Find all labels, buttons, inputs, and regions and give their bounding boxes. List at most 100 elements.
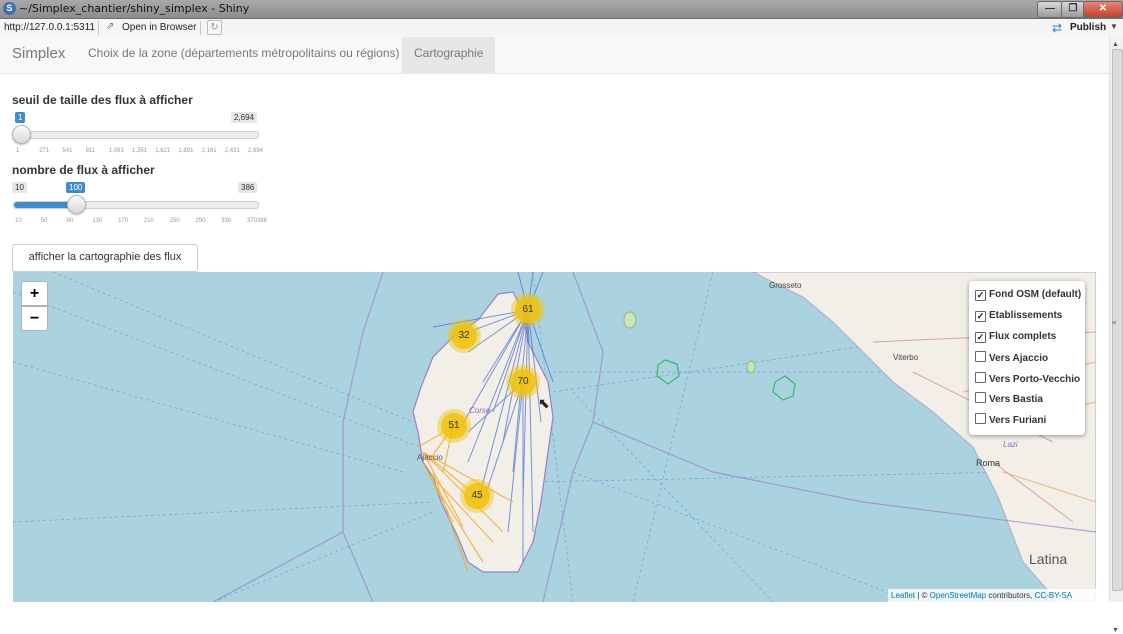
checkbox-empty-icon[interactable]: [975, 351, 986, 362]
tab-choix-zone[interactable]: Choix de la zone (départements métropoli…: [76, 37, 412, 73]
close-button[interactable]: ✕: [1083, 1, 1123, 18]
slider-nombre-label: nombre de flux à afficher: [12, 163, 155, 177]
slider-seuil-value: 1: [15, 112, 26, 123]
place-label: Viterbo: [893, 353, 919, 362]
slider-nombre-value: 100: [66, 182, 86, 193]
slider-seuil-handle[interactable]: [12, 125, 31, 144]
slider-tick-label: 330: [221, 218, 232, 224]
place-label: Grosseto: [769, 281, 802, 290]
open-in-browser-button[interactable]: Open in Browser: [122, 22, 196, 33]
checkbox-checked-icon[interactable]: ✓: [975, 290, 986, 301]
minimize-button[interactable]: —: [1037, 1, 1063, 18]
slider-seuil-label: seuil de taille des flux à afficher: [12, 93, 193, 107]
viewer-toolbar: http://127.0.0.1:5311 ⇗ Open in Browser …: [0, 19, 1123, 38]
checkbox-empty-icon[interactable]: [975, 372, 986, 383]
zoom-out-button[interactable]: −: [21, 306, 48, 331]
layer-label: Fond OSM (default): [989, 289, 1082, 300]
scrollbar-grip-icon: ≡: [1112, 320, 1117, 327]
slider-tick-label: 290: [195, 218, 206, 224]
publish-button[interactable]: Publish: [1070, 22, 1106, 33]
place-label: Roma: [976, 458, 1000, 468]
osm-link[interactable]: OpenStreetMap: [930, 591, 986, 600]
leaflet-map[interactable]: Grosseto Viterbo Roma Lazi Latina Corse …: [13, 272, 1096, 602]
slider-tick-label: 130: [92, 218, 103, 224]
maximize-button[interactable]: ❐: [1061, 1, 1085, 18]
island: [746, 360, 756, 374]
publish-dropdown-icon[interactable]: ▼: [1110, 22, 1118, 31]
zoom-in-button[interactable]: +: [21, 281, 48, 306]
layer-label: Etablissements: [989, 310, 1063, 321]
layer-label: Flux complets: [989, 331, 1057, 342]
cluster-count: 61: [515, 297, 541, 323]
cluster-marker[interactable]: 51: [437, 409, 471, 443]
layer-label: Vers Ajaccio: [989, 353, 1049, 364]
corsica-land: [412, 291, 554, 573]
scroll-down-icon[interactable]: ▼: [1112, 627, 1119, 634]
slider-tick-label: 1,351: [132, 148, 148, 154]
app-navbar: Simplex Choix de la zone (départements m…: [0, 37, 1109, 74]
slider-nombre-handle[interactable]: [67, 195, 86, 214]
slider-seuil-max: 2,694: [231, 112, 258, 123]
place-label: Latina: [1029, 551, 1067, 567]
cluster-count: 70: [510, 369, 536, 395]
leaflet-link[interactable]: Leaflet: [891, 591, 915, 600]
cluster-count: 51: [441, 413, 467, 439]
slider-tick-label: 2,431: [224, 148, 240, 154]
slider-tick-label: 250: [169, 218, 180, 224]
vertical-scrollbar[interactable]: ▲ ≡ ▼: [1109, 37, 1123, 634]
slider-tick-label: 271: [39, 148, 50, 154]
cluster-marker[interactable]: 45: [460, 479, 494, 513]
attribution-text: contributors,: [986, 591, 1035, 600]
checkbox-checked-icon[interactable]: ✓: [975, 332, 986, 343]
slider-tick-label: 50: [40, 218, 48, 224]
slider-tick-label: 541: [62, 148, 73, 154]
layer-item[interactable]: ✓ Etablissements: [975, 310, 1062, 322]
license-link[interactable]: CC-BY-SA: [1035, 591, 1073, 600]
place-label: Lazi: [1003, 440, 1018, 449]
layers-control: ✓ Fond OSM (default) ✓ Etablissements ✓ Flu…: [969, 281, 1085, 435]
layer-item[interactable]: ✓ Fond OSM (default): [975, 289, 1081, 301]
slider-tick-label: 811: [85, 148, 96, 154]
slider-tick-label: 10: [15, 218, 22, 224]
refresh-icon[interactable]: ↻: [207, 20, 222, 35]
slider-tick-label: 1: [16, 148, 20, 154]
cluster-count: 32: [451, 323, 477, 349]
app-brand[interactable]: Simplex: [12, 45, 65, 62]
layer-item[interactable]: Vers Ajaccio: [975, 351, 1048, 364]
toolbar-divider: [98, 21, 99, 35]
map-canvas: Grosseto Viterbo Roma Lazi Latina Corse …: [13, 272, 1096, 602]
layer-label: Vers Furiani: [989, 415, 1047, 426]
layer-item[interactable]: Vers Porto-Vecchio: [975, 372, 1080, 385]
checkbox-empty-icon[interactable]: [975, 413, 986, 424]
cluster-marker[interactable]: 32: [447, 319, 481, 353]
slider-tick-label: 2,161: [201, 148, 217, 154]
place-label: Ajaccio: [417, 453, 443, 462]
slider-seuil-track[interactable]: [13, 131, 259, 139]
slider-tick-label: 1,891: [178, 148, 194, 154]
publish-icon[interactable]: ⇄: [1052, 21, 1062, 35]
open-browser-icon[interactable]: ⇗: [106, 22, 116, 32]
checkbox-checked-icon[interactable]: ✓: [975, 311, 986, 322]
cluster-marker[interactable]: 70: [506, 365, 540, 399]
layer-item[interactable]: Vers Bastia: [975, 392, 1043, 405]
checkbox-empty-icon[interactable]: [975, 392, 986, 403]
layer-label: Vers Porto-Vecchio: [989, 374, 1081, 385]
slider-tick-label: 1,621: [155, 148, 171, 154]
afficher-cartographie-button[interactable]: afficher la cartographie des flux: [12, 244, 198, 272]
slider-tick-label: 2,694: [248, 148, 264, 154]
layer-item[interactable]: ✓ Flux complets: [975, 331, 1056, 343]
cluster-marker[interactable]: 61: [511, 293, 545, 327]
scroll-up-icon[interactable]: ▲: [1112, 41, 1119, 48]
slider-tick-label: 90: [66, 218, 74, 224]
slider-nombre-max: 386: [238, 182, 258, 193]
rstudio-app-icon: S: [3, 2, 16, 15]
slider-nombre-min: 10: [12, 182, 27, 193]
mouse-cursor-icon: ⬉: [538, 395, 550, 411]
layer-item[interactable]: Vers Furiani: [975, 413, 1046, 426]
slider-tick-label: 370386: [247, 218, 268, 224]
layer-label: Vers Bastia: [989, 394, 1043, 405]
place-label: Corse: [469, 406, 491, 415]
slider-tick-label: 1,081: [108, 148, 124, 154]
url-text[interactable]: http://127.0.0.1:5311: [4, 22, 95, 33]
tab-cartographie[interactable]: Cartographie: [402, 37, 496, 73]
